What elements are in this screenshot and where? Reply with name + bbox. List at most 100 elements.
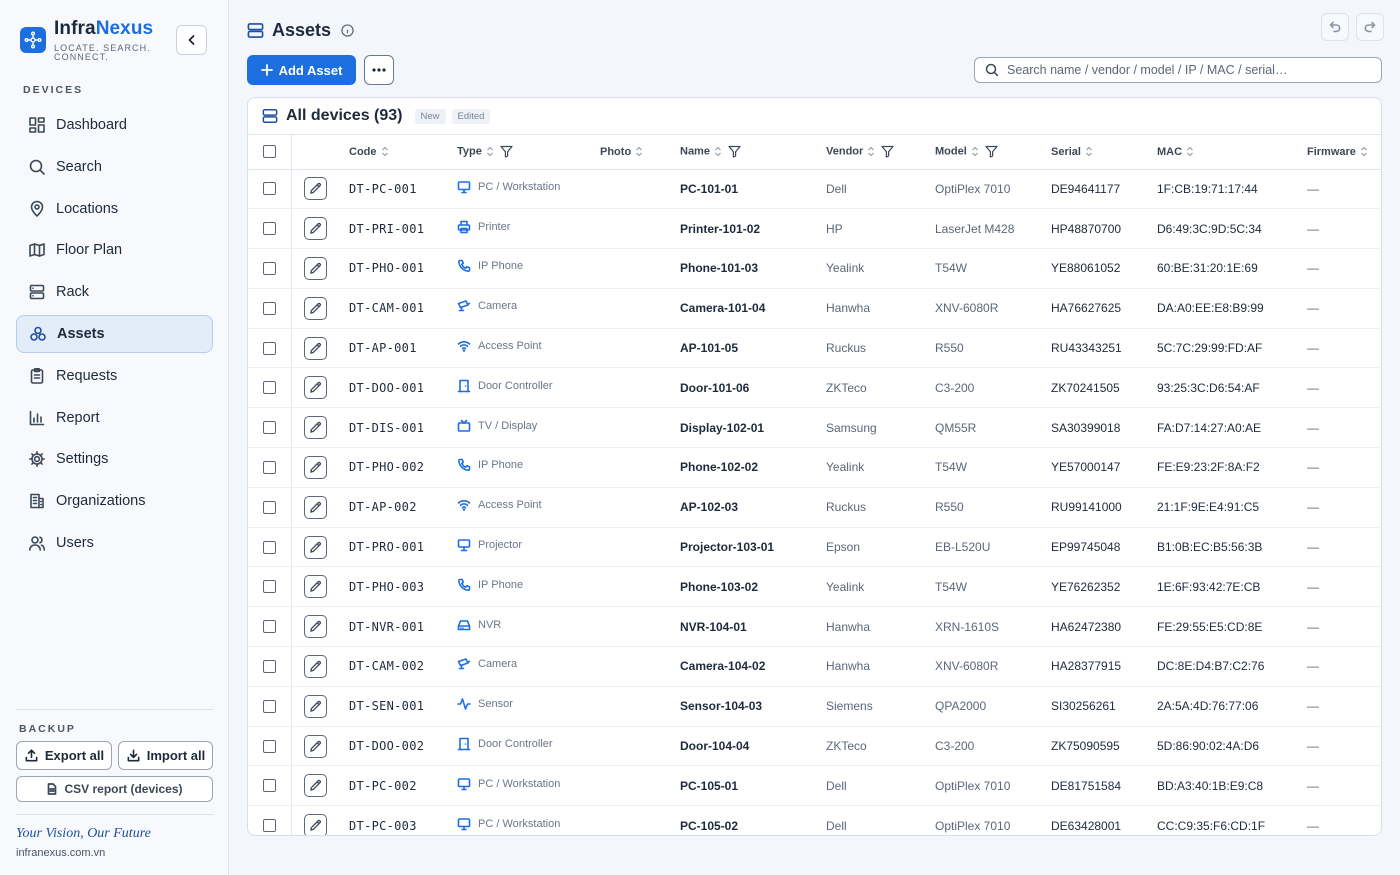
row-checkbox[interactable]: [263, 819, 276, 833]
table-row[interactable]: DT-PHO-002 IP Phone Phone-102-02 Yealink T54…: [248, 447, 1381, 488]
device-name[interactable]: Printer-101-02: [680, 222, 760, 236]
device-name[interactable]: PC-105-02: [680, 819, 738, 833]
redo-button[interactable]: [1356, 13, 1384, 41]
edit-button[interactable]: [303, 336, 327, 360]
table-row[interactable]: DT-CAM-002 Camera Camera-104-02 Hanwha XNV-6…: [248, 646, 1381, 687]
filter-icon[interactable]: [985, 145, 998, 158]
table-row[interactable]: DT-DIS-001 TV / Display Display-102-01 Sams…: [248, 407, 1381, 449]
device-name[interactable]: PC-101-01: [680, 182, 738, 196]
edit-button[interactable]: [303, 376, 327, 400]
edit-button[interactable]: [303, 774, 327, 798]
brand[interactable]: InfraNexus LOCATE. SEARCH. CONNECT.: [20, 18, 164, 62]
edit-button[interactable]: [303, 296, 327, 320]
row-checkbox[interactable]: [263, 739, 276, 753]
edit-button[interactable]: [303, 615, 327, 639]
table-row[interactable]: DT-PRO-001 Projector Projector-103-01 Epson…: [248, 527, 1381, 568]
more-actions-button[interactable]: [364, 55, 394, 85]
device-name[interactable]: PC-105-01: [680, 779, 738, 793]
column-header-name[interactable]: Name: [680, 135, 826, 170]
table-row[interactable]: DT-PHO-001 IP Phone Phone-101-03 Yealink T54…: [248, 248, 1381, 289]
table-row[interactable]: DT-NVR-001 NVR NVR-104-01 Hanwha XRN-1610S HA…: [248, 606, 1381, 648]
row-checkbox[interactable]: [263, 699, 276, 713]
edit-button[interactable]: [303, 495, 327, 519]
device-name[interactable]: AP-101-05: [680, 341, 738, 355]
device-name[interactable]: Phone-102-02: [680, 460, 758, 474]
sidebar-item-search[interactable]: Search: [16, 148, 213, 186]
row-checkbox[interactable]: [263, 580, 276, 594]
table-row[interactable]: DT-PC-001 PC / Workstation PC-101-01 Dell Op…: [248, 169, 1381, 210]
sidebar-item-floor-plan[interactable]: Floor Plan: [16, 231, 213, 269]
sidebar-item-rack[interactable]: Rack: [16, 273, 213, 311]
row-checkbox[interactable]: [263, 182, 276, 196]
undo-button[interactable]: [1321, 13, 1349, 41]
device-name[interactable]: Projector-103-01: [680, 540, 774, 554]
device-name[interactable]: NVR-104-01: [680, 620, 747, 634]
device-name[interactable]: Camera-104-02: [680, 659, 765, 673]
row-checkbox[interactable]: [263, 341, 276, 355]
row-checkbox[interactable]: [263, 421, 276, 435]
edit-button[interactable]: [303, 455, 327, 479]
column-header-code[interactable]: Code: [349, 135, 457, 170]
sidebar-item-settings[interactable]: Settings: [16, 440, 213, 478]
edit-button[interactable]: [303, 654, 327, 678]
column-header-type[interactable]: Type: [457, 135, 600, 170]
collapse-sidebar-button[interactable]: [176, 25, 207, 55]
row-checkbox[interactable]: [263, 381, 276, 395]
row-checkbox[interactable]: [263, 540, 276, 554]
export-all-button[interactable]: Export all: [16, 741, 112, 770]
edit-button[interactable]: [303, 256, 327, 280]
column-header-vendor[interactable]: Vendor: [826, 135, 935, 170]
device-name[interactable]: AP-102-03: [680, 500, 738, 514]
sidebar-item-users[interactable]: Users: [16, 524, 213, 562]
table-row[interactable]: DT-PRI-001 Printer Printer-101-02 HP LaserJe…: [248, 208, 1381, 250]
search-input[interactable]: [1007, 63, 1367, 77]
column-header-photo[interactable]: Photo: [600, 135, 680, 170]
edit-button[interactable]: [303, 177, 327, 201]
table-row[interactable]: DT-PC-003 PC / Workstation PC-105-02 Dell Op…: [248, 805, 1381, 835]
device-name[interactable]: Door-104-04: [680, 739, 749, 753]
row-checkbox[interactable]: [263, 301, 276, 315]
table-row[interactable]: DT-CAM-001 Camera Camera-101-04 Hanwha XNV-6…: [248, 288, 1381, 329]
sidebar-item-assets[interactable]: Assets: [16, 314, 213, 353]
edit-button[interactable]: [303, 734, 327, 758]
sidebar-item-requests[interactable]: Requests: [16, 357, 213, 395]
edit-button[interactable]: [303, 694, 327, 718]
column-header-mac[interactable]: MAC: [1157, 135, 1307, 170]
sidebar-item-dashboard[interactable]: Dashboard: [16, 106, 213, 144]
table-row[interactable]: DT-PHO-003 IP Phone Phone-103-02 Yealink T54…: [248, 566, 1381, 608]
row-checkbox[interactable]: [263, 460, 276, 474]
website-link[interactable]: infranexus.com.vn: [16, 847, 105, 859]
row-checkbox[interactable]: [263, 222, 276, 236]
edit-button[interactable]: [303, 575, 327, 599]
device-name[interactable]: Door-101-06: [680, 381, 749, 395]
table-row[interactable]: DT-AP-001 Access Point AP-101-05 Ruckus R550…: [248, 328, 1381, 369]
import-all-button[interactable]: Import all: [118, 741, 213, 770]
column-header-serial[interactable]: Serial: [1051, 135, 1157, 170]
sidebar-item-locations[interactable]: Locations: [16, 190, 213, 228]
row-checkbox[interactable]: [263, 261, 276, 275]
table-row[interactable]: DT-PC-002 PC / Workstation PC-105-01 Dell Op…: [248, 765, 1381, 807]
row-checkbox[interactable]: [263, 779, 276, 793]
select-all-checkbox[interactable]: [263, 145, 276, 159]
row-checkbox[interactable]: [263, 659, 276, 673]
table-row[interactable]: DT-DOO-001 Door Controller Door-101-06 ZKTe…: [248, 367, 1381, 409]
table-row[interactable]: DT-SEN-001 Sensor Sensor-104-03 Siemens QPA2…: [248, 686, 1381, 727]
table-row[interactable]: DT-DOO-002 Door Controller Door-104-04 ZKTe…: [248, 726, 1381, 767]
device-name[interactable]: Display-102-01: [680, 421, 764, 435]
device-name[interactable]: Sensor-104-03: [680, 699, 762, 713]
device-name[interactable]: Camera-101-04: [680, 301, 765, 315]
row-checkbox[interactable]: [263, 500, 276, 514]
sidebar-item-organizations[interactable]: Organizations: [16, 482, 213, 520]
device-name[interactable]: Phone-103-02: [680, 580, 758, 594]
row-checkbox[interactable]: [263, 620, 276, 634]
edit-button[interactable]: [303, 814, 327, 835]
edit-button[interactable]: [303, 217, 327, 241]
table-row[interactable]: DT-AP-002 Access Point AP-102-03 Ruckus R550…: [248, 487, 1381, 528]
edit-button[interactable]: [303, 535, 327, 559]
column-header-model[interactable]: Model: [935, 135, 1051, 170]
device-name[interactable]: Phone-101-03: [680, 261, 758, 275]
filter-icon[interactable]: [881, 145, 894, 158]
edit-button[interactable]: [303, 416, 327, 440]
sidebar-item-report[interactable]: Report: [16, 399, 213, 437]
csv-report-button[interactable]: CSV report (devices): [16, 776, 213, 802]
